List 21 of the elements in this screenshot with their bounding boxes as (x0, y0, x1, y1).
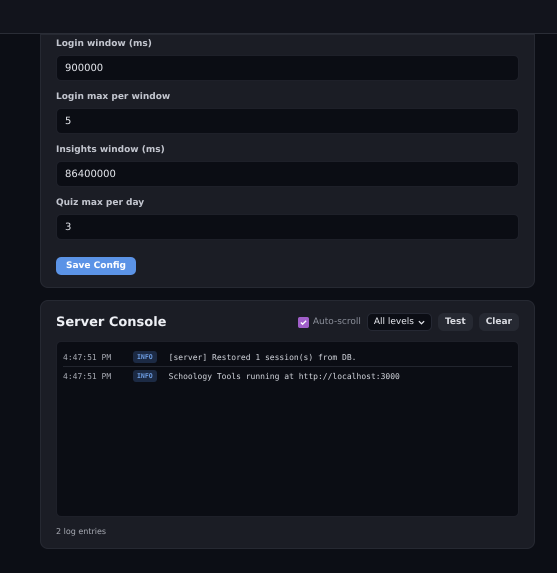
log-count: 2 log entries (56, 527, 108, 536)
log-message: [server] Restored 1 session(s) from DB. (168, 352, 356, 362)
console-title: Server Console (56, 314, 168, 330)
check-icon (300, 318, 307, 326)
auto-scroll-label: Auto-scroll (312, 317, 361, 327)
input-field[interactable]: 86400000 (56, 161, 519, 187)
console-button[interactable]: Clear (478, 313, 519, 331)
log-time: 4:47:51 PM (63, 372, 112, 380)
field-label: Login window (ms) (56, 39, 153, 49)
console-button[interactable]: Test (438, 313, 473, 331)
input-field[interactable]: 5 (56, 108, 519, 134)
input-field[interactable]: 3 (56, 214, 519, 240)
log-time: 4:47:51 PM (63, 352, 112, 362)
chevron-down-icon (418, 320, 425, 324)
input-field[interactable]: 900000 (56, 55, 519, 81)
field-label: Login max per window (56, 92, 172, 102)
log-message: Schoology Tools running at http://localhost:3000 (168, 372, 400, 380)
level-select[interactable]: All levels (366, 313, 432, 331)
field-label: Quiz max per day (56, 198, 146, 208)
auto-scroll-checkbox[interactable] (298, 316, 309, 328)
field-label: Insights window (ms) (56, 145, 166, 155)
